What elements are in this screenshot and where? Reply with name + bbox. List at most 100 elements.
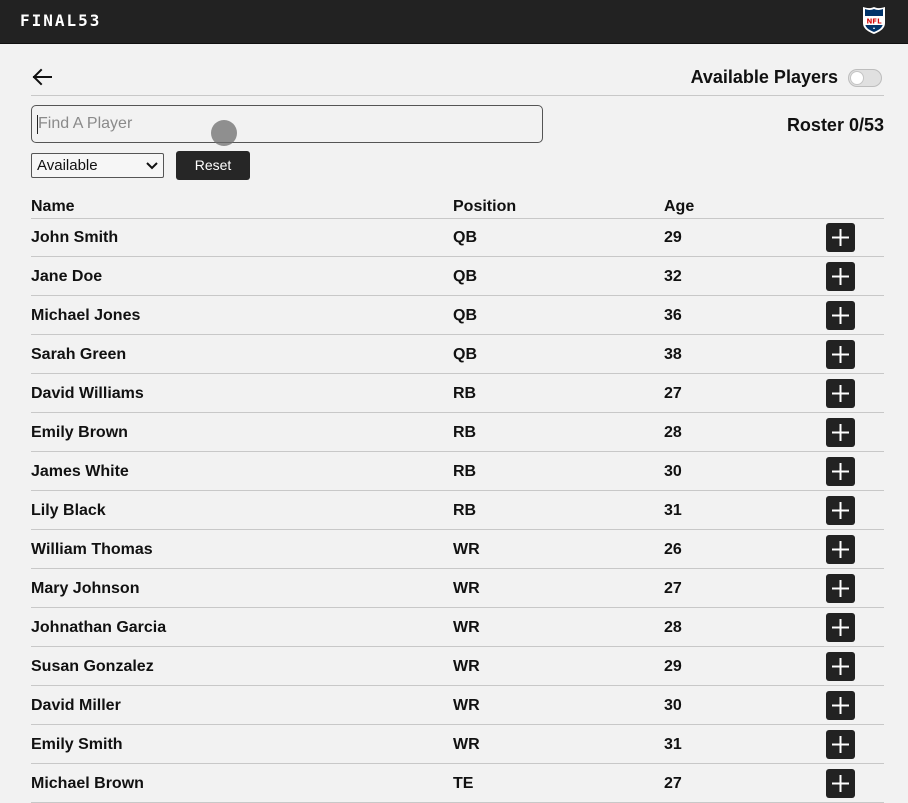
player-age: 27 bbox=[664, 580, 682, 597]
table-row: Michael Jones QB 36 bbox=[31, 296, 884, 335]
player-name: Sarah Green bbox=[31, 346, 127, 363]
available-players-toggle[interactable] bbox=[848, 69, 882, 87]
player-position: WR bbox=[453, 736, 480, 753]
table-row: David Miller WR 30 bbox=[31, 686, 884, 725]
chevron-down-icon bbox=[146, 162, 158, 170]
plus-icon bbox=[832, 580, 849, 597]
table-row: David Williams RB 27 bbox=[31, 374, 884, 413]
table-row: William Thomas WR 26 bbox=[31, 530, 884, 569]
plus-icon bbox=[832, 346, 849, 363]
player-age: 38 bbox=[664, 346, 682, 363]
player-age: 36 bbox=[664, 307, 682, 324]
player-position: TE bbox=[453, 775, 474, 792]
player-position: WR bbox=[453, 697, 480, 714]
player-name: Mary Johnson bbox=[31, 580, 140, 597]
plus-icon bbox=[832, 658, 849, 675]
player-age: 27 bbox=[664, 775, 682, 792]
player-age: 29 bbox=[664, 658, 682, 675]
pointer-cursor bbox=[211, 120, 237, 146]
player-table-body: John Smith QB 29 Jane Doe QB 32 Michael … bbox=[31, 218, 884, 803]
player-position: WR bbox=[453, 541, 480, 558]
add-player-button[interactable] bbox=[826, 223, 855, 252]
player-name: Susan Gonzalez bbox=[31, 658, 154, 675]
plus-icon bbox=[832, 541, 849, 558]
column-header-name[interactable]: Name bbox=[31, 198, 75, 216]
player-age: 28 bbox=[664, 619, 682, 636]
player-age: 31 bbox=[664, 736, 682, 753]
plus-icon bbox=[832, 385, 849, 402]
player-age: 26 bbox=[664, 541, 682, 558]
text-caret bbox=[37, 115, 38, 134]
divider bbox=[31, 95, 884, 96]
table-row: Emily Brown RB 28 bbox=[31, 413, 884, 452]
app-brand[interactable]: FINAL53 bbox=[20, 11, 101, 30]
column-header-age[interactable]: Age bbox=[664, 198, 694, 216]
table-row: Lily Black RB 31 bbox=[31, 491, 884, 530]
plus-icon bbox=[832, 229, 849, 246]
search-input[interactable] bbox=[31, 105, 543, 143]
plus-icon bbox=[832, 775, 849, 792]
player-position: QB bbox=[453, 346, 477, 363]
player-position: WR bbox=[453, 580, 480, 597]
back-arrow-icon[interactable] bbox=[29, 64, 55, 90]
plus-icon bbox=[832, 697, 849, 714]
plus-icon bbox=[832, 268, 849, 285]
reset-button[interactable]: Reset bbox=[176, 151, 250, 180]
player-position: QB bbox=[453, 307, 477, 324]
add-player-button[interactable] bbox=[826, 652, 855, 681]
table-row: Sarah Green QB 38 bbox=[31, 335, 884, 374]
add-player-button[interactable] bbox=[826, 262, 855, 291]
table-row: James White RB 30 bbox=[31, 452, 884, 491]
add-player-button[interactable] bbox=[826, 730, 855, 759]
add-player-button[interactable] bbox=[826, 535, 855, 564]
add-player-button[interactable] bbox=[826, 418, 855, 447]
available-players-label: Available Players bbox=[690, 67, 838, 87]
add-player-button[interactable] bbox=[826, 496, 855, 525]
table-row: Jane Doe QB 32 bbox=[31, 257, 884, 296]
player-position: QB bbox=[453, 229, 477, 246]
player-age: 31 bbox=[664, 502, 682, 519]
add-player-button[interactable] bbox=[826, 691, 855, 720]
svg-text:NFL: NFL bbox=[866, 18, 882, 26]
toggle-knob bbox=[850, 71, 864, 85]
plus-icon bbox=[832, 736, 849, 753]
player-position: RB bbox=[453, 502, 477, 519]
column-header-position[interactable]: Position bbox=[453, 198, 516, 216]
table-row: Mary Johnson WR 27 bbox=[31, 569, 884, 608]
plus-icon bbox=[832, 619, 849, 636]
add-player-button[interactable] bbox=[826, 613, 855, 642]
add-player-button[interactable] bbox=[826, 340, 855, 369]
table-row: John Smith QB 29 bbox=[31, 218, 884, 257]
player-name: Johnathan Garcia bbox=[31, 619, 167, 636]
player-name: Jane Doe bbox=[31, 268, 103, 285]
player-name: James White bbox=[31, 463, 129, 480]
add-player-button[interactable] bbox=[826, 379, 855, 408]
player-age: 32 bbox=[664, 268, 682, 285]
player-age: 30 bbox=[664, 463, 682, 480]
nfl-logo-icon[interactable]: NFL bbox=[862, 6, 886, 35]
player-name: Emily Brown bbox=[31, 424, 128, 441]
add-player-button[interactable] bbox=[826, 574, 855, 603]
player-age: 28 bbox=[664, 424, 682, 441]
table-row: Johnathan Garcia WR 28 bbox=[31, 608, 884, 647]
plus-icon bbox=[832, 307, 849, 324]
player-name: David Miller bbox=[31, 697, 121, 714]
add-player-button[interactable] bbox=[826, 769, 855, 798]
plus-icon bbox=[832, 424, 849, 441]
player-name: Lily Black bbox=[31, 502, 106, 519]
player-position: RB bbox=[453, 424, 477, 441]
add-player-button[interactable] bbox=[826, 457, 855, 486]
select-value: Available bbox=[37, 157, 98, 174]
player-age: 30 bbox=[664, 697, 682, 714]
table-row: Michael Brown TE 27 bbox=[31, 764, 884, 803]
player-position: RB bbox=[453, 385, 477, 402]
player-age: 29 bbox=[664, 229, 682, 246]
table-row: Susan Gonzalez WR 29 bbox=[31, 647, 884, 686]
availability-select[interactable]: Available bbox=[31, 153, 164, 178]
add-player-button[interactable] bbox=[826, 301, 855, 330]
player-position: WR bbox=[453, 619, 480, 636]
player-name: Michael Jones bbox=[31, 307, 141, 324]
plus-icon bbox=[832, 463, 849, 480]
player-position: RB bbox=[453, 463, 477, 480]
player-position: QB bbox=[453, 268, 477, 285]
